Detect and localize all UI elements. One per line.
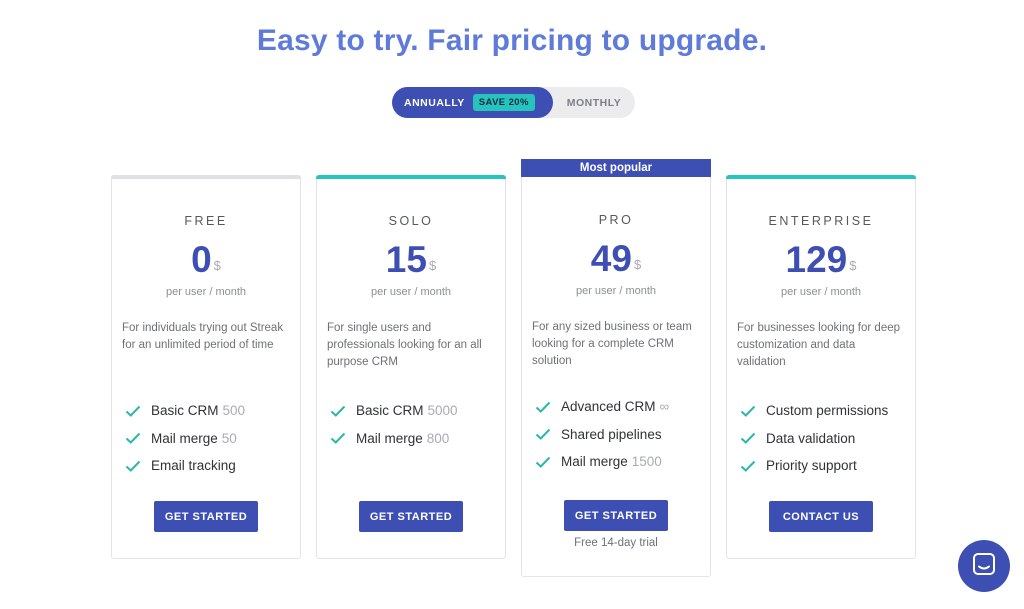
get-started-button[interactable]: GET STARTED	[359, 501, 463, 532]
feature-quantity: 1500	[631, 454, 662, 470]
feature-item: Basic CRM 500	[125, 397, 292, 425]
feature-item: Custom permissions	[740, 397, 907, 425]
plan-description: For businesses looking for deep customiz…	[737, 322, 901, 368]
feature-list: Custom permissions Data validation Prior…	[740, 397, 907, 480]
currency-symbol: $	[213, 258, 221, 273]
feature-label: Custom permissions	[766, 403, 889, 419]
check-icon	[330, 405, 356, 417]
plan-name: SOLO	[388, 214, 434, 228]
feature-quantity: 5000	[427, 403, 458, 419]
plan-price: 0 $	[112, 238, 300, 282]
feature-label: Priority support	[766, 458, 857, 474]
price-amount: 49	[590, 238, 632, 279]
get-started-button[interactable]: GET STARTED	[564, 500, 668, 531]
feature-item: Basic CRM 5000	[330, 397, 497, 425]
chat-launcher-button[interactable]	[958, 540, 1010, 592]
plan-price: 129 $	[727, 238, 915, 282]
currency-symbol: $	[428, 258, 437, 273]
plan-name: FREE	[184, 214, 228, 228]
plan-description: For any sized business or team looking f…	[532, 321, 692, 367]
check-icon	[125, 460, 151, 472]
feature-label: Data validation	[766, 430, 856, 446]
feature-list: Basic CRM 5000 Mail merge 800	[330, 397, 497, 452]
feature-item: Shared pipelines	[535, 421, 702, 449]
feature-quantity: ∞	[659, 399, 670, 415]
billing-toggle[interactable]: ANNUALLY SAVE 20% MONTHLY	[392, 87, 635, 118]
get-started-button[interactable]: GET STARTED	[154, 501, 258, 532]
price-amount: 129	[785, 239, 848, 280]
annually-option[interactable]: ANNUALLY SAVE 20%	[392, 87, 553, 118]
feature-quantity: 800	[426, 430, 450, 446]
feature-label: Advanced CRM	[561, 399, 656, 415]
price-period: per user / month	[165, 286, 247, 298]
monthly-option[interactable]: MONTHLY	[553, 87, 635, 118]
feature-item: Mail merge 800	[330, 425, 497, 453]
feature-label: Mail merge	[151, 430, 218, 446]
save-badge: SAVE 20%	[472, 94, 535, 111]
check-icon	[330, 432, 356, 445]
check-icon	[535, 456, 561, 468]
feature-quantity: 500	[222, 403, 246, 419]
plan-card-free: FREE 0 $ per user / month For individuals…	[111, 175, 301, 559]
currency-symbol: $	[633, 257, 642, 272]
trial-note: Free 14-day trial	[574, 537, 658, 549]
feature-item: Mail merge 1500	[535, 448, 702, 476]
currency-symbol: $	[849, 258, 857, 273]
check-icon	[125, 432, 151, 445]
plan-description: For single users and professionals looki…	[327, 322, 482, 368]
plan-price: 49 $	[522, 237, 710, 281]
feature-list: Basic CRM 500 Mail merge 50 Email tracking	[125, 397, 292, 480]
feature-label: Shared pipelines	[561, 426, 662, 442]
check-icon	[535, 428, 561, 441]
feature-item: Advanced CRM ∞	[535, 393, 702, 421]
feature-item: Data validation	[740, 425, 907, 453]
check-icon	[740, 460, 766, 472]
chat-icon	[971, 551, 997, 582]
annually-label: ANNUALLY	[404, 96, 465, 109]
check-icon	[535, 401, 561, 413]
plan-card-enterprise: ENTERPRISE 129 $ per user / month For bus…	[726, 175, 916, 559]
plan-card-pro: Most popular PRO 49 $ per user / month Fo…	[521, 159, 711, 577]
feature-label: Mail merge	[561, 454, 628, 470]
plan-card-solo: SOLO 15 $ per user / month For single use…	[316, 175, 506, 559]
page-title: Easy to try. Fair pricing to upgrade.	[256, 24, 768, 57]
feature-item: Mail merge 50	[125, 425, 292, 453]
feature-item: Priority support	[740, 452, 907, 480]
feature-quantity: 50	[221, 430, 237, 446]
feature-label: Basic CRM	[151, 403, 219, 419]
plan-price: 15 $	[317, 238, 505, 282]
feature-list: Advanced CRM ∞ Shared pipelines Mail merg…	[535, 393, 702, 476]
feature-label: Email tracking	[151, 458, 236, 474]
check-icon	[740, 432, 766, 445]
plan-name: PRO	[598, 213, 634, 227]
price-amount: 0	[191, 239, 212, 280]
check-icon	[125, 405, 151, 417]
price-period: per user / month	[370, 286, 452, 298]
contact-us-button[interactable]: CONTACT US	[769, 501, 873, 532]
price-period: per user / month	[780, 286, 862, 298]
plan-name: ENTERPRISE	[768, 214, 874, 228]
check-icon	[740, 405, 766, 417]
price-period: per user / month	[575, 285, 657, 297]
feature-item: Email tracking	[125, 452, 292, 480]
price-amount: 15	[385, 239, 427, 280]
feature-label: Mail merge	[356, 430, 423, 446]
feature-label: Basic CRM	[356, 403, 424, 419]
plan-description: For individuals trying out Streak for an…	[122, 322, 284, 351]
